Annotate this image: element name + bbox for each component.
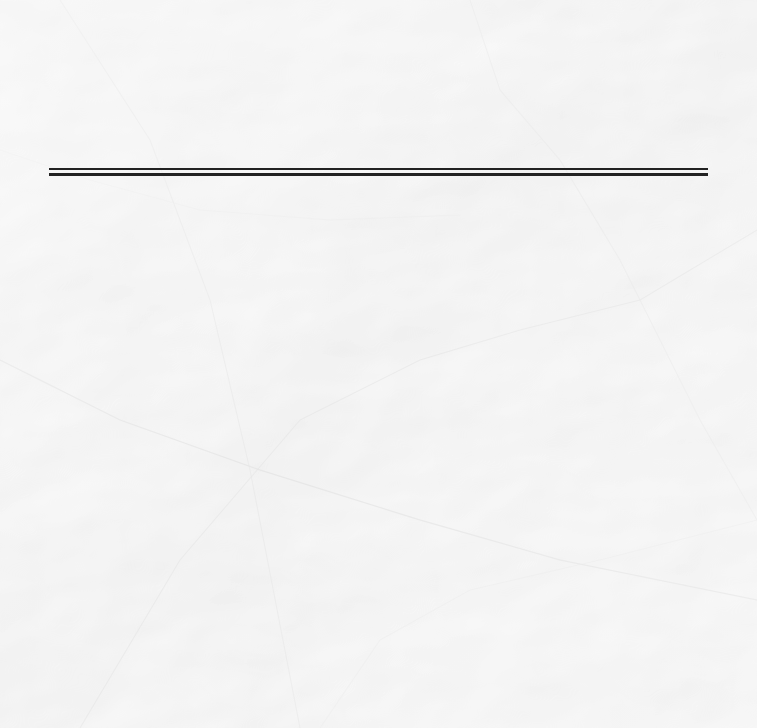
double-line-divider [49, 168, 708, 177]
divider-line-top [49, 168, 708, 170]
paper-texture [0, 0, 757, 728]
crumpled-paper-background [0, 0, 757, 728]
divider-line-bottom [49, 173, 708, 176]
